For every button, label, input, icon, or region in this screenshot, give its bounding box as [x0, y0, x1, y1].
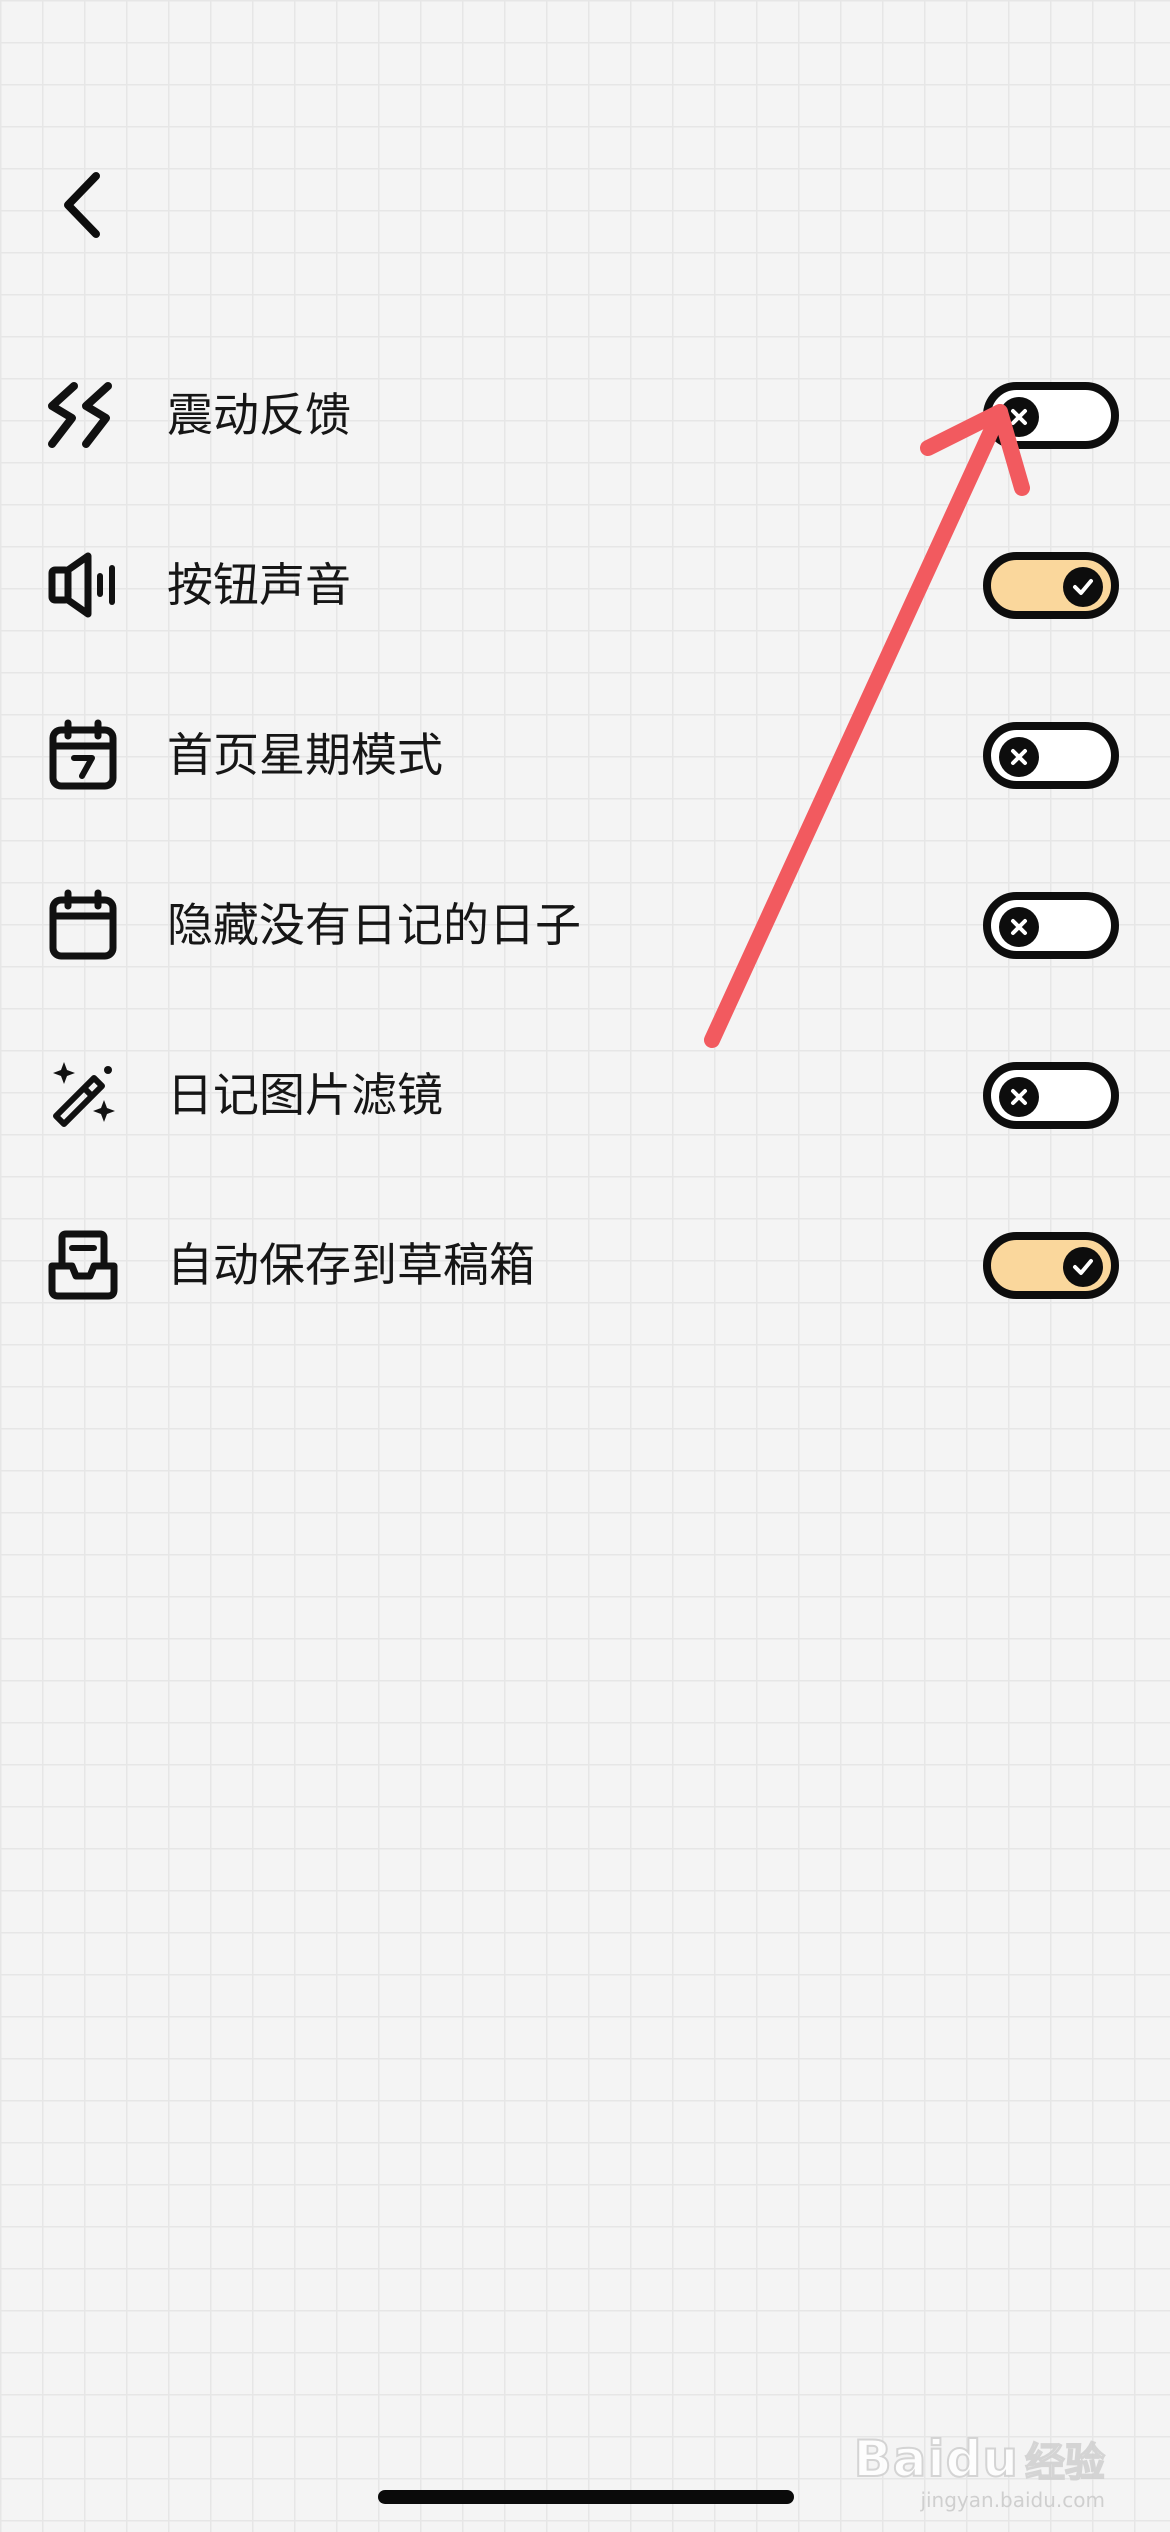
vibration-icon — [46, 378, 120, 452]
setting-label: 按钮声音 — [167, 558, 351, 612]
calendar-week-icon — [46, 718, 120, 792]
magic-wand-icon — [46, 1058, 120, 1132]
inbox-drafts-icon — [46, 1228, 120, 1302]
setting-row-button-sound: 按钮声音 — [0, 500, 1170, 670]
watermark-suffix: 经验 — [1024, 2439, 1106, 2487]
watermark-url: jingyan.baidu.com — [920, 2488, 1105, 2512]
setting-row-week-mode: 首页星期模式 — [0, 670, 1170, 840]
close-icon — [999, 736, 1039, 777]
checkmark-icon — [1063, 566, 1103, 607]
setting-label: 隐藏没有日记的日子 — [167, 898, 581, 952]
setting-row-hide-empty-days: 隐藏没有日记的日子 — [0, 840, 1170, 1010]
settings-list: 震动反馈 按钮声音 首页星期模式 隐藏没有日记的日子 日记图片滤镜 自动保存到草… — [0, 330, 1170, 1350]
week-mode-toggle[interactable] — [983, 721, 1119, 789]
watermark-brand: Baidu — [853, 2429, 1019, 2489]
setting-label: 首页星期模式 — [167, 728, 443, 782]
back-button[interactable] — [48, 165, 118, 245]
setting-label: 日记图片滤镜 — [167, 1068, 443, 1122]
hide-empty-days-toggle[interactable] — [983, 891, 1119, 959]
chevron-left-icon — [64, 172, 100, 238]
close-icon — [999, 1076, 1039, 1117]
photo-filter-toggle[interactable] — [983, 1061, 1119, 1129]
calendar-icon — [46, 888, 120, 962]
vibration-toggle[interactable] — [983, 381, 1119, 449]
checkmark-icon — [1063, 1246, 1103, 1287]
button-sound-toggle[interactable] — [983, 551, 1119, 619]
speaker-icon — [46, 548, 120, 622]
close-icon — [999, 396, 1039, 437]
setting-label: 自动保存到草稿箱 — [167, 1238, 535, 1292]
home-indicator[interactable] — [378, 2490, 794, 2504]
baidu-watermark: Baidu 经验 — [853, 2429, 1106, 2489]
close-icon — [999, 906, 1039, 947]
setting-row-photo-filter: 日记图片滤镜 — [0, 1010, 1170, 1180]
setting-row-vibration: 震动反馈 — [0, 330, 1170, 500]
setting-label: 震动反馈 — [167, 388, 351, 442]
setting-row-auto-save-drafts: 自动保存到草稿箱 — [0, 1180, 1170, 1350]
auto-save-drafts-toggle[interactable] — [983, 1231, 1119, 1299]
